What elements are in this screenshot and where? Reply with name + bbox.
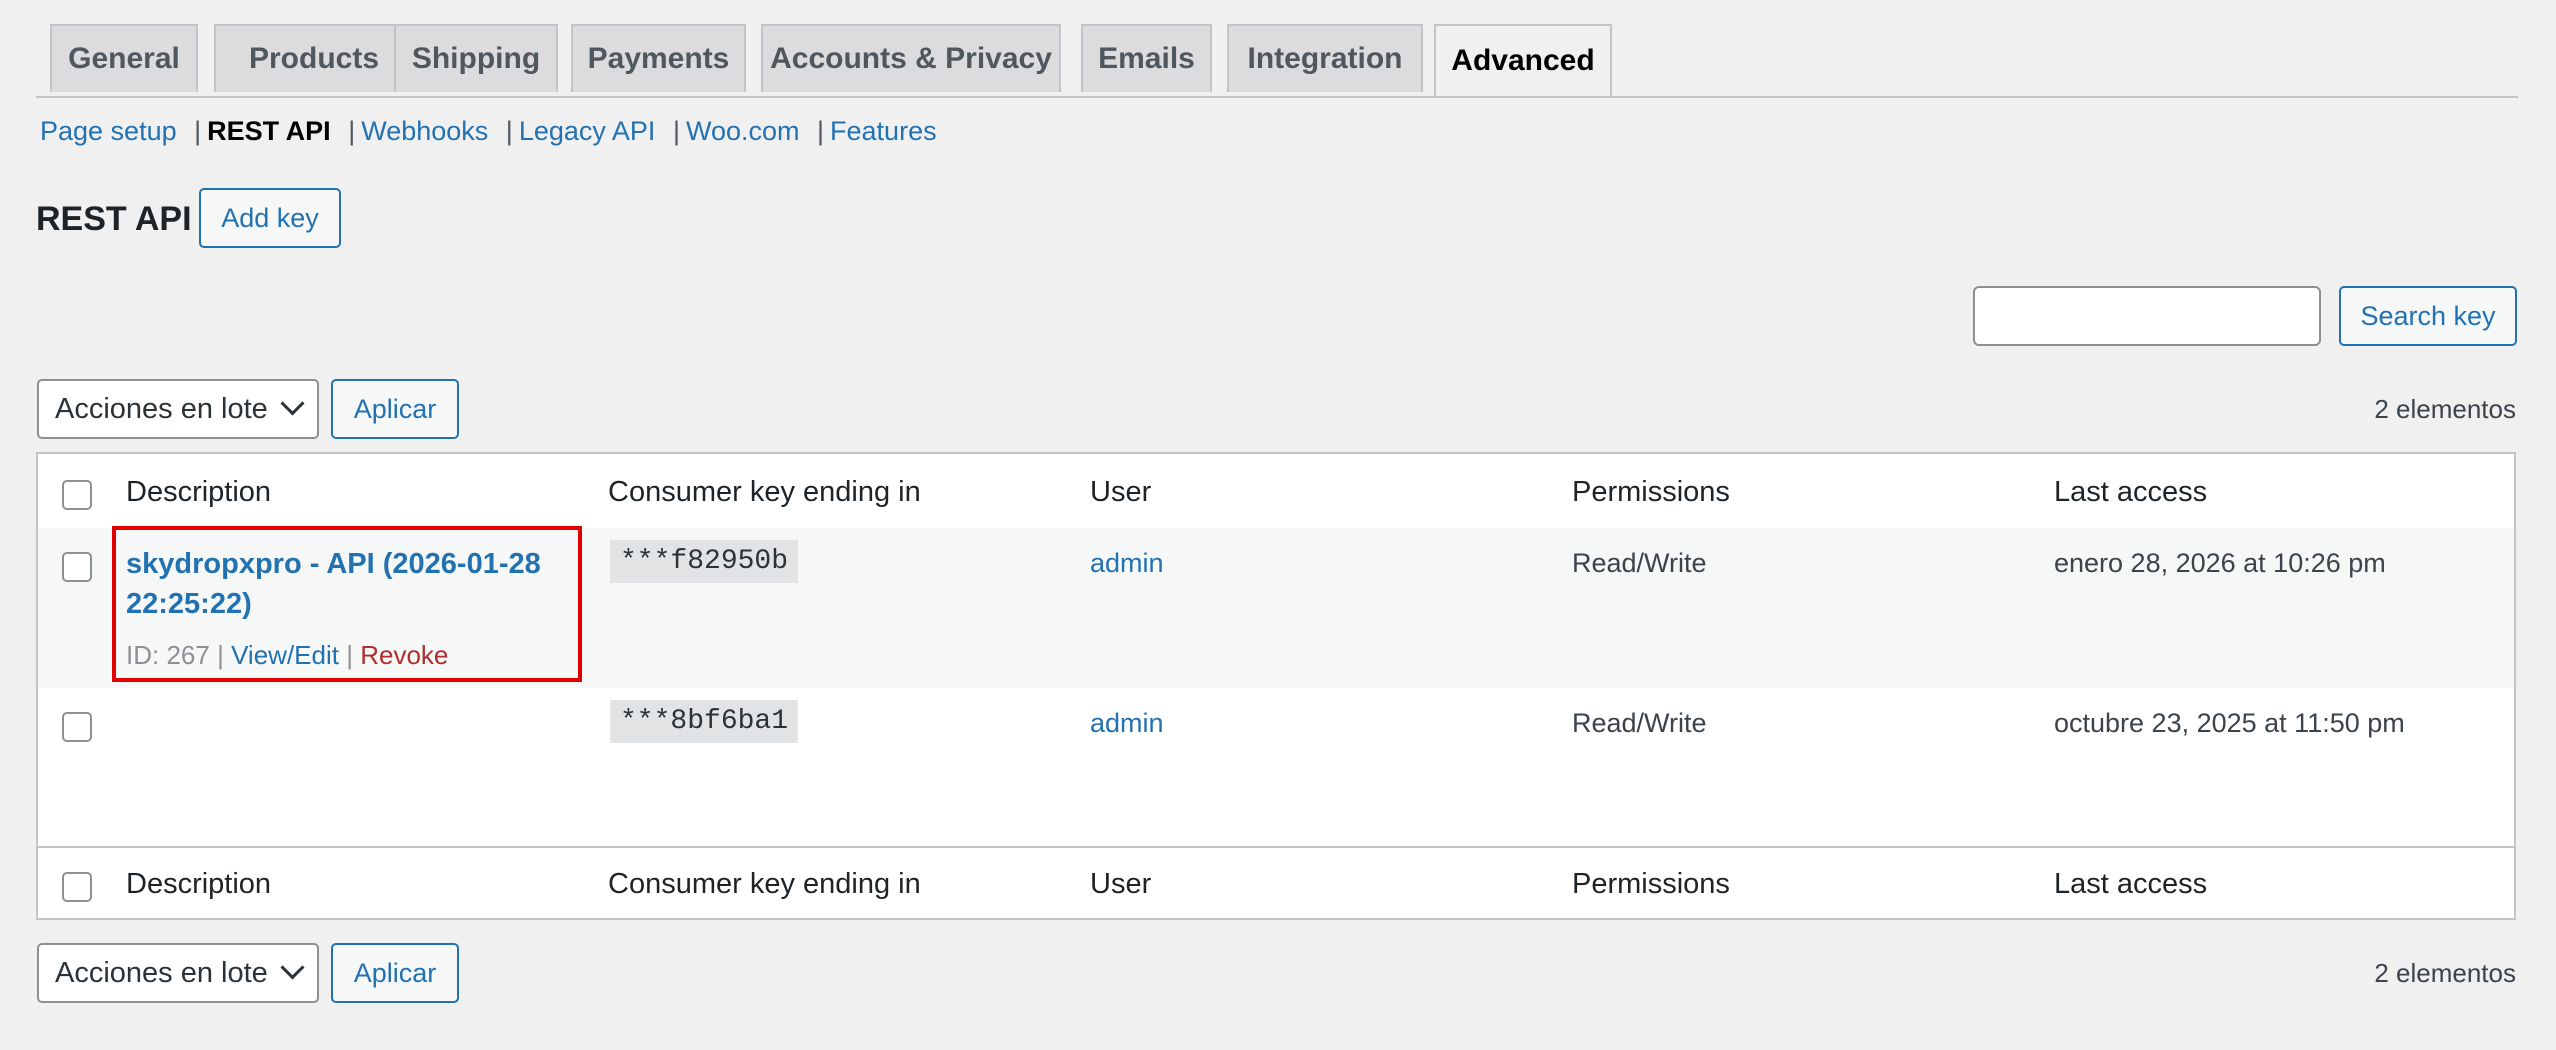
items-count-bottom: 2 elementos xyxy=(2374,958,2516,988)
subnav-features[interactable]: Features xyxy=(830,116,937,146)
view-edit-link[interactable]: View/Edit xyxy=(231,640,339,670)
chevron-down-icon xyxy=(280,955,305,980)
key-description-link[interactable]: skydropxpro - API (2026-01-28 22:25:22) xyxy=(126,544,566,624)
last-access-value: enero 28, 2026 at 10:26 pm xyxy=(2054,548,2386,578)
bulk-actions-select-bottom[interactable]: Acciones en lote xyxy=(37,943,319,1003)
column-description[interactable]: Description xyxy=(126,476,271,509)
user-link[interactable]: admin xyxy=(1090,708,1164,739)
tab-payments[interactable]: Payments xyxy=(571,24,746,92)
column-description[interactable]: Description xyxy=(126,868,271,901)
bulk-actions-select-top[interactable]: Acciones en lote xyxy=(37,379,319,439)
api-keys-table: Description Consumer key ending in User … xyxy=(36,452,2516,920)
tab-integration[interactable]: Integration xyxy=(1227,24,1423,92)
subnav-separator: | xyxy=(194,116,202,146)
column-permissions: Permissions xyxy=(1572,868,1730,900)
page-title: REST API xyxy=(36,200,192,238)
tab-shipping[interactable]: Shipping xyxy=(394,24,558,92)
user-link[interactable]: admin xyxy=(1090,548,1164,579)
tab-advanced[interactable]: Advanced xyxy=(1434,24,1612,96)
action-separator: | xyxy=(346,640,353,670)
table-footer: Description Consumer key ending in User … xyxy=(38,846,2514,920)
search-key-button[interactable]: Search key xyxy=(2339,286,2517,346)
table-row: ***8bf6ba1 admin Read/Write octubre 23, … xyxy=(38,688,2514,846)
column-last-access: Last access xyxy=(2054,476,2208,508)
table-row: skydropxpro - API (2026-01-28 22:25:22) … xyxy=(38,528,2514,688)
permissions-value: Read/Write xyxy=(1572,708,1707,738)
row-actions: ID: 267 | View/Edit | Revoke xyxy=(126,640,448,671)
column-permissions: Permissions xyxy=(1572,476,1730,508)
row-checkbox[interactable] xyxy=(62,712,92,742)
apply-button-top[interactable]: Aplicar xyxy=(331,379,459,439)
subsubsub-nav: Page setup | REST API | Webhooks | Legacy A… xyxy=(40,116,937,147)
tab-emails[interactable]: Emails xyxy=(1081,24,1212,92)
subnav-legacy-api[interactable]: Legacy API xyxy=(519,116,656,146)
permissions-value: Read/Write xyxy=(1572,548,1707,578)
apply-button-bottom[interactable]: Aplicar xyxy=(331,943,459,1003)
items-count-top: 2 elementos xyxy=(2374,394,2516,424)
column-user: User xyxy=(1090,476,1152,508)
subnav-separator: | xyxy=(817,116,825,146)
subnav-page-setup[interactable]: Page setup xyxy=(40,116,177,146)
table-header: Description Consumer key ending in User … xyxy=(38,454,2514,530)
column-consumer-key: Consumer key ending in xyxy=(608,476,921,508)
revoke-link[interactable]: Revoke xyxy=(360,640,448,670)
settings-tabs: General Products Shipping Payments Accou… xyxy=(36,24,2518,98)
last-access-value: octubre 23, 2025 at 11:50 pm xyxy=(2054,708,2405,738)
add-key-button[interactable]: Add key xyxy=(199,188,341,248)
tab-general[interactable]: General xyxy=(50,24,198,92)
search-input[interactable] xyxy=(1973,286,2321,346)
subnav-separator: | xyxy=(505,116,513,146)
subnav-woo-com[interactable]: Woo.com xyxy=(686,116,800,146)
subnav-separator: | xyxy=(672,116,680,146)
consumer-key-ending: ***f82950b xyxy=(610,540,799,583)
tab-accounts-privacy[interactable]: Accounts & Privacy xyxy=(761,24,1061,92)
action-separator: | xyxy=(217,640,224,670)
select-all-checkbox[interactable] xyxy=(62,480,92,510)
column-consumer-key: Consumer key ending in xyxy=(608,868,921,900)
row-checkbox[interactable] xyxy=(62,552,92,582)
subnav-separator: | xyxy=(348,116,356,146)
select-all-checkbox-footer[interactable] xyxy=(62,872,92,902)
consumer-key-ending: ***8bf6ba1 xyxy=(610,700,799,743)
column-last-access: Last access xyxy=(2054,868,2208,900)
tab-products[interactable]: Products xyxy=(214,24,414,92)
chevron-down-icon xyxy=(280,391,305,416)
subnav-rest-api[interactable]: REST API xyxy=(207,116,331,146)
subnav-webhooks[interactable]: Webhooks xyxy=(361,116,488,146)
bulk-actions-value: Acciones en lote xyxy=(55,392,268,425)
bulk-actions-value: Acciones en lote xyxy=(55,956,268,989)
key-id: ID: 267 xyxy=(126,640,210,670)
column-user: User xyxy=(1090,868,1152,900)
